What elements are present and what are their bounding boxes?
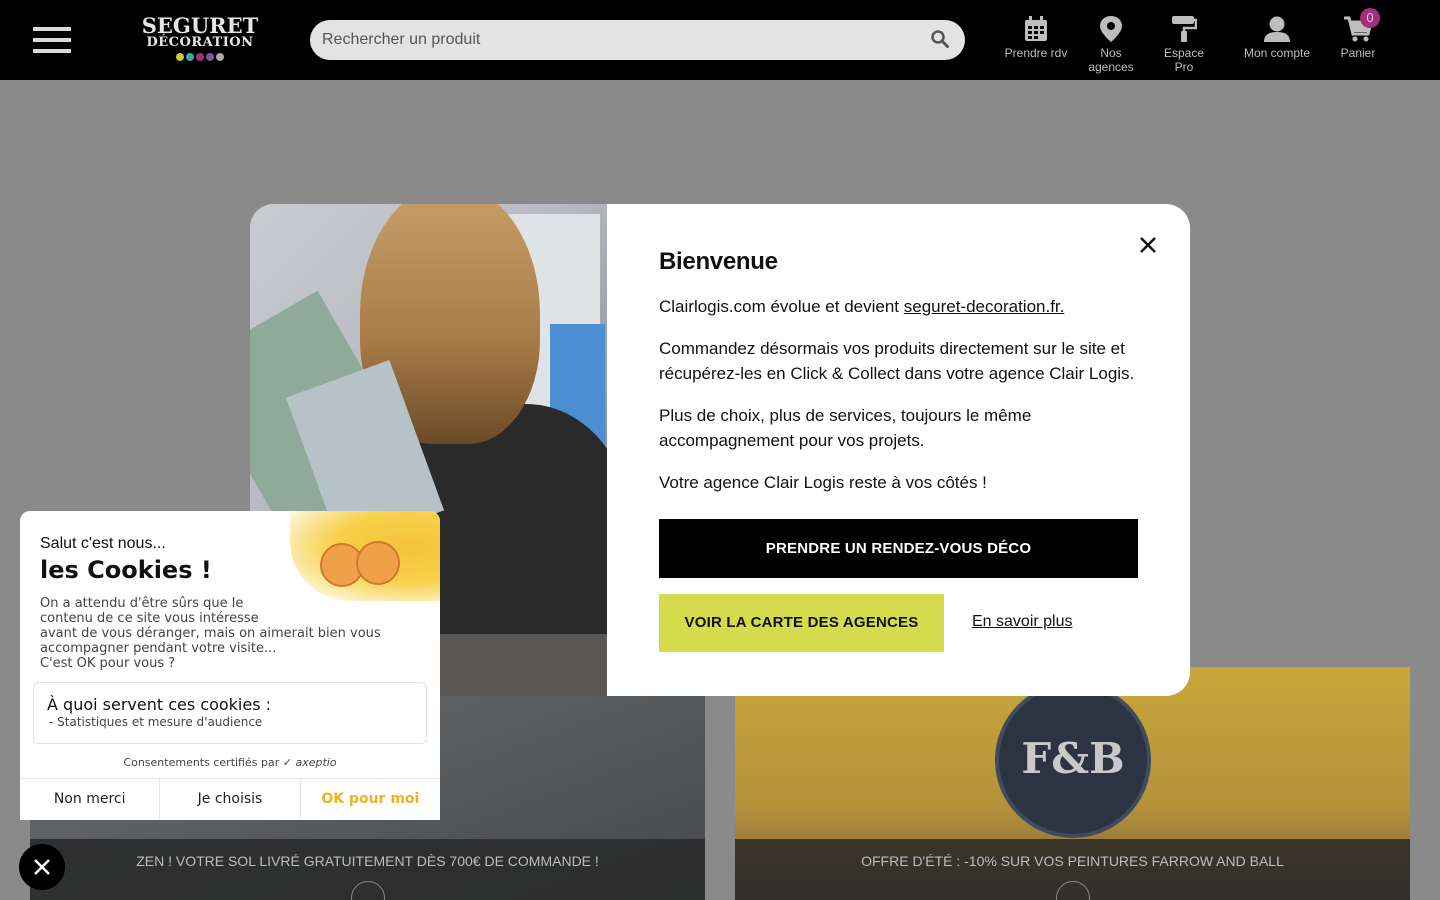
cookie-illustration bbox=[290, 511, 440, 601]
paint-roller-icon bbox=[1172, 16, 1197, 42]
cookie-buttons: Non merci Je choisis OK pour moi bbox=[20, 778, 440, 820]
site-header: SEGURET DÉCORATION Prendre rdv Nos agenc… bbox=[0, 0, 1440, 80]
cart-count-badge: 0 bbox=[1360, 8, 1380, 28]
farrow-ball-logo: F&B bbox=[995, 682, 1151, 838]
nav-label: Prendre rdv bbox=[1004, 46, 1068, 60]
cookie-consent-panel: Salut c'est nous... les Cookies ! On a a… bbox=[20, 511, 440, 820]
nav-nos-agences[interactable]: Nos agences bbox=[1076, 16, 1146, 74]
cookie-greeting: Salut c'est nous... bbox=[40, 535, 166, 552]
cookie-title: les Cookies ! bbox=[40, 556, 212, 584]
hamburger-icon[interactable] bbox=[33, 27, 71, 53]
seguret-link[interactable]: seguret-decoration.fr. bbox=[904, 297, 1065, 316]
logo-line2: DÉCORATION bbox=[146, 35, 254, 50]
close-icon[interactable] bbox=[19, 844, 65, 890]
axeptio-logo: ✓ axeptio bbox=[282, 756, 337, 769]
search-bar bbox=[310, 20, 965, 60]
logo-dots bbox=[140, 53, 260, 61]
book-appointment-button[interactable]: PRENDRE UN RENDEZ-VOUS DÉCO bbox=[659, 519, 1138, 578]
cookie-certification: Consentements certifiés par ✓ axeptio bbox=[123, 756, 337, 769]
choose-cookies-button[interactable]: Je choisis bbox=[159, 779, 299, 820]
modal-content: Bienvenue Clairlogis.com évolue et devie… bbox=[659, 248, 1139, 512]
cookie-purposes-title: À quoi servent ces cookies : bbox=[47, 695, 272, 714]
modal-title: Bienvenue bbox=[659, 248, 778, 275]
refuse-cookies-button[interactable]: Non merci bbox=[20, 779, 159, 820]
nav-label: Mon compte bbox=[1243, 46, 1311, 60]
search-icon[interactable] bbox=[931, 30, 949, 48]
cookie-purpose-item: - Statistiques et mesure d'audience bbox=[49, 715, 263, 729]
agencies-map-button[interactable]: VOIR LA CARTE DES AGENCES bbox=[659, 594, 944, 652]
accept-cookies-button[interactable]: OK pour moi bbox=[299, 779, 440, 820]
logo-line1: SEGURET bbox=[141, 13, 259, 38]
modal-paragraph: Plus de choix, plus de services, toujour… bbox=[659, 406, 1032, 450]
learn-more-link[interactable]: En savoir plus bbox=[972, 613, 1073, 631]
modal-intro: Clairlogis.com évolue et devient seguret… bbox=[659, 297, 1065, 316]
nav-prendre-rdv[interactable]: Prendre rdv bbox=[1003, 16, 1069, 66]
calendar-icon bbox=[1025, 16, 1047, 41]
nav-label: Espace Pro bbox=[1163, 46, 1205, 74]
search-input[interactable] bbox=[322, 20, 922, 60]
promo-card-farrow-ball[interactable]: F&B OFFRE D'ÉTÉ : -10% SUR VOS PEINTURES… bbox=[735, 667, 1410, 900]
close-icon[interactable] bbox=[1137, 234, 1159, 256]
nav-label: Panier bbox=[1340, 46, 1376, 60]
cookie-purposes[interactable]: À quoi servent ces cookies : - Statistiq… bbox=[33, 682, 427, 744]
modal-paragraph: Commandez désormais vos produits directe… bbox=[659, 339, 1135, 383]
nav-espace-pro[interactable]: Espace Pro bbox=[1153, 16, 1215, 74]
nav-label: Nos agences bbox=[1088, 46, 1134, 74]
cookie-description: On a attendu d'être sûrs que le contenu … bbox=[40, 596, 381, 671]
seal-text: F&B bbox=[1021, 734, 1125, 783]
logo[interactable]: SEGURET DÉCORATION bbox=[140, 13, 260, 64]
nav-mon-compte[interactable]: Mon compte bbox=[1241, 16, 1313, 66]
map-pin-icon bbox=[1100, 16, 1122, 42]
modal-paragraph: Votre agence Clair Logis reste à vos côt… bbox=[659, 473, 987, 492]
user-icon bbox=[1264, 16, 1290, 42]
